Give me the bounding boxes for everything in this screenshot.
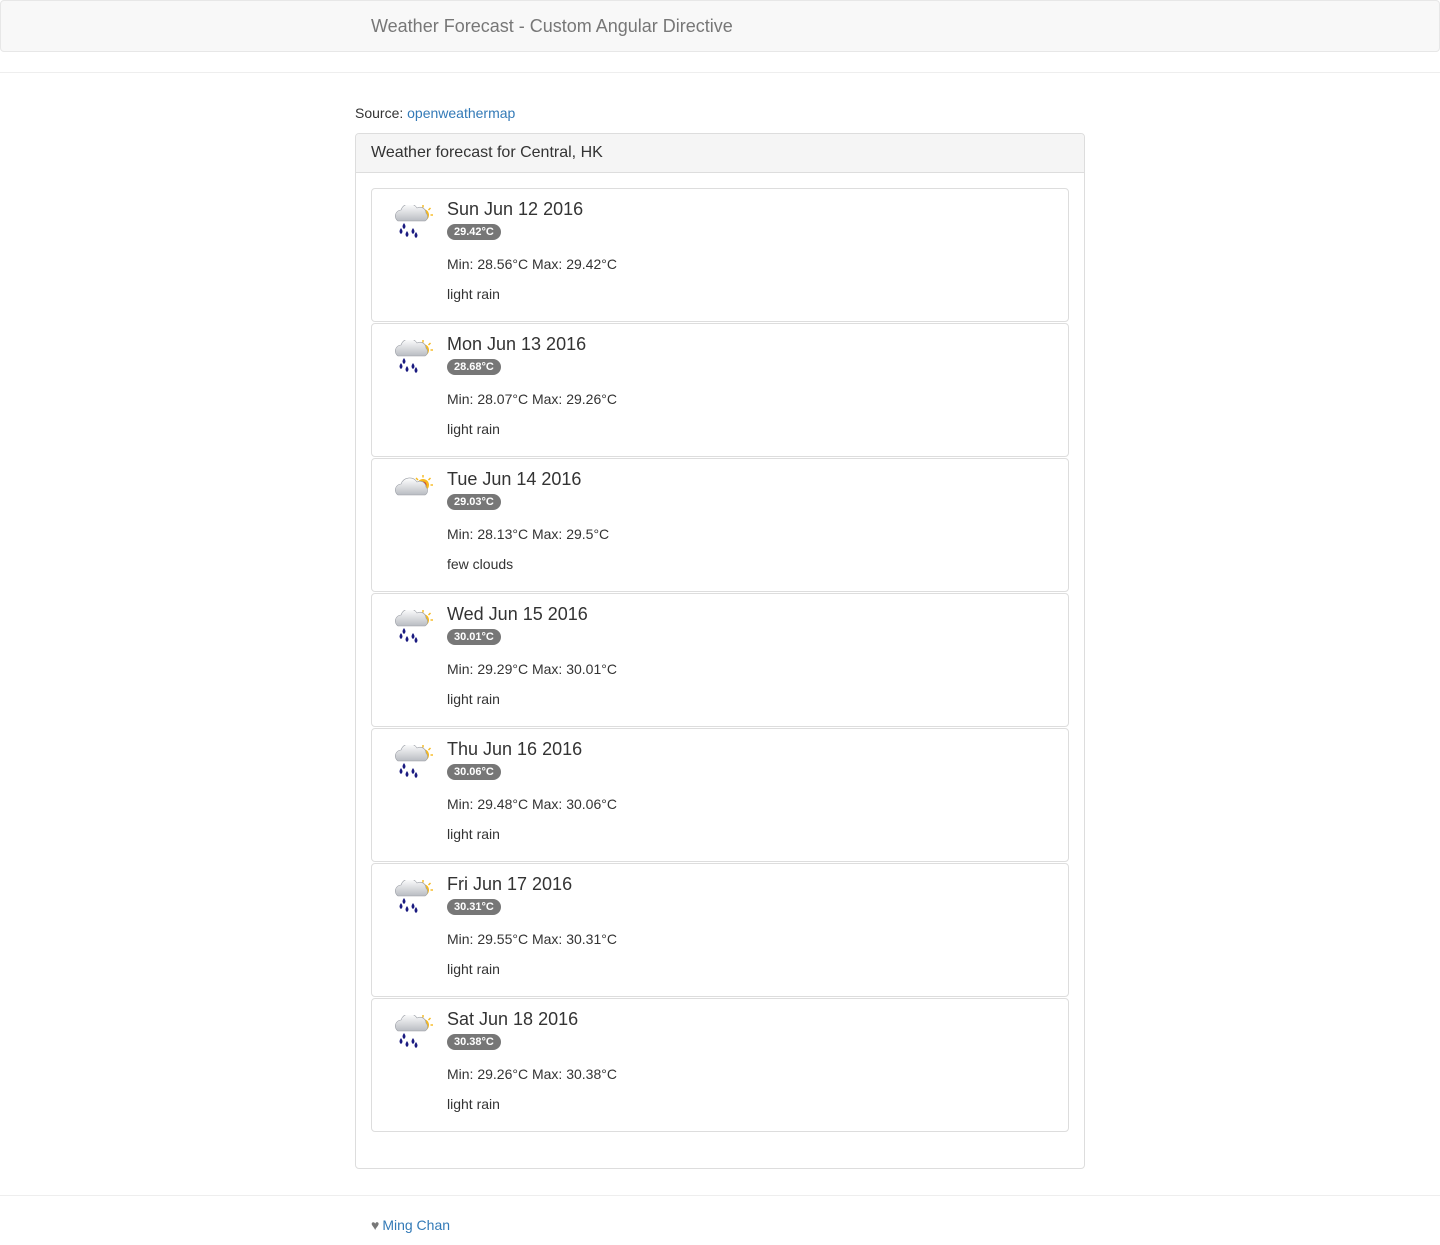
forecast-day: Sat Jun 18 2016 30.38°C Min: 29.26°C Max… — [371, 998, 1069, 1132]
day-date: Mon Jun 13 2016 — [447, 334, 587, 354]
cloud-sun-icon — [392, 475, 436, 511]
rain-sun-icon — [392, 338, 436, 376]
temperature-badge: 30.38°C — [447, 1034, 501, 1050]
navbar-brand[interactable]: Weather Forecast - Custom Angular Direct… — [371, 16, 733, 36]
forecast-day: Fri Jun 17 2016 30.31°C Min: 29.55°C Max… — [371, 863, 1069, 997]
weather-description: light rain — [447, 961, 500, 977]
rain-sun-icon — [392, 878, 436, 916]
rain-sun-icon — [392, 743, 436, 781]
weather-description: light rain — [447, 826, 500, 842]
source-line: Source: openweathermap — [355, 103, 1085, 123]
temperature-badge: 30.31°C — [447, 899, 501, 915]
rain-sun-icon — [392, 1013, 436, 1051]
rain-sun-icon — [392, 608, 436, 646]
panel-body: Sun Jun 12 2016 29.42°C Min: 28.56°C Max… — [356, 173, 1084, 1168]
author-link[interactable]: Ming Chan — [382, 1217, 450, 1233]
day-date: Tue Jun 14 2016 — [447, 469, 582, 489]
day-date: Sun Jun 12 2016 — [447, 199, 584, 219]
min-max-text: Min: 28.56°C Max: 29.42°C — [447, 256, 617, 272]
navbar: Weather Forecast - Custom Angular Direct… — [0, 0, 1440, 52]
weather-description: light rain — [447, 286, 500, 302]
day-date: Fri Jun 17 2016 — [447, 874, 573, 894]
min-max-text: Min: 29.48°C Max: 30.06°C — [447, 796, 617, 812]
min-max-text: Min: 29.55°C Max: 30.31°C — [447, 931, 617, 947]
forecast-day: Sun Jun 12 2016 29.42°C Min: 28.56°C Max… — [371, 188, 1069, 322]
min-max-text: Min: 29.26°C Max: 30.38°C — [447, 1066, 617, 1082]
min-max-text: Min: 28.07°C Max: 29.26°C — [447, 391, 617, 407]
source-label: Source: — [355, 105, 404, 121]
panel-heading: Weather forecast for Central, HK — [356, 134, 1084, 173]
rain-sun-icon — [392, 203, 436, 241]
weather-description: few clouds — [447, 556, 514, 572]
forecast-day: Wed Jun 15 2016 30.01°C Min: 29.29°C Max… — [371, 593, 1069, 727]
header-divider — [0, 72, 1440, 73]
weather-description: light rain — [447, 421, 500, 437]
temperature-badge: 30.01°C — [447, 629, 501, 645]
day-date: Thu Jun 16 2016 — [447, 739, 583, 759]
weather-description: light rain — [447, 691, 500, 707]
source-link[interactable]: openweathermap — [407, 105, 515, 121]
weather-description: light rain — [447, 1096, 500, 1112]
main-container: Source: openweathermap Weather forecast … — [355, 103, 1085, 1169]
temperature-badge: 29.42°C — [447, 224, 501, 240]
day-date: Sat Jun 18 2016 — [447, 1009, 579, 1029]
forecast-panel: Weather forecast for Central, HK Sun Jun… — [355, 133, 1085, 1169]
temperature-badge: 29.03°C — [447, 494, 501, 510]
footer-divider — [0, 1195, 1440, 1196]
min-max-text: Min: 28.13°C Max: 29.5°C — [447, 526, 610, 542]
forecast-day: Thu Jun 16 2016 30.06°C Min: 29.48°C Max… — [371, 728, 1069, 862]
heart-icon: ♥ — [371, 1217, 380, 1233]
min-max-text: Min: 29.29°C Max: 30.01°C — [447, 661, 617, 677]
forecast-day: Mon Jun 13 2016 28.68°C Min: 28.07°C Max… — [371, 323, 1069, 457]
temperature-badge: 28.68°C — [447, 359, 501, 375]
forecast-day: Tue Jun 14 2016 29.03°C Min: 28.13°C Max… — [371, 458, 1069, 592]
footer: ♥ Ming Chan — [371, 1215, 450, 1235]
day-date: Wed Jun 15 2016 — [447, 604, 588, 624]
temperature-badge: 30.06°C — [447, 764, 501, 780]
